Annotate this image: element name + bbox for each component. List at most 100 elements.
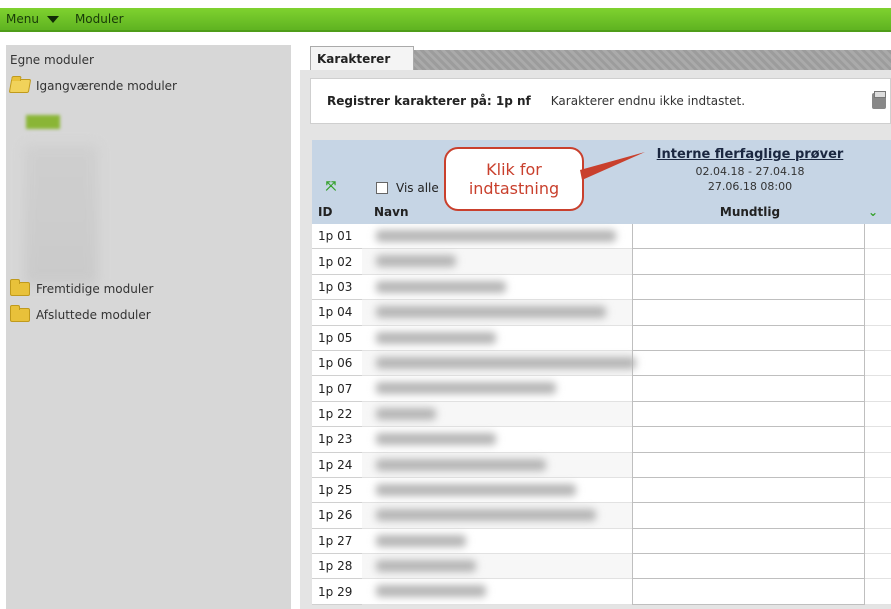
show-all-checkbox[interactable] xyxy=(376,182,388,194)
redacted-text xyxy=(376,230,616,242)
chevron-down-icon[interactable]: ⌄ xyxy=(868,206,880,218)
student-id: 1p 06 xyxy=(312,350,362,377)
row-extra-cell xyxy=(865,554,891,580)
exam-dates: 02.04.18 - 27.04.18 xyxy=(695,165,805,178)
redacted-text xyxy=(376,255,456,268)
row-extra-cell xyxy=(865,224,891,250)
student-id: 1p 29 xyxy=(312,579,362,605)
student-name-redacted xyxy=(362,554,632,580)
top-menu-bar: Menu Moduler xyxy=(0,8,891,32)
column-header-name: Navn xyxy=(374,205,409,219)
student-name-redacted xyxy=(362,579,632,605)
printer-icon[interactable] xyxy=(872,91,886,109)
info-bar: Registrer karakterer på: 1p nf Karaktere… xyxy=(310,78,891,124)
redacted-text xyxy=(376,458,546,471)
callout-line: indtastning xyxy=(468,179,560,198)
student-id: 1p 04 xyxy=(312,300,362,326)
redacted-text xyxy=(376,433,496,446)
menu-label: Menu xyxy=(6,12,39,26)
student-id: 1p 27 xyxy=(312,528,362,555)
redacted-text xyxy=(376,483,576,496)
grade-input-cell[interactable] xyxy=(632,554,865,580)
grade-input-cell[interactable] xyxy=(632,325,865,351)
grade-input-cell[interactable] xyxy=(632,401,865,428)
row-extra-cell xyxy=(865,579,891,605)
folder-afsluttede[interactable]: Afsluttede moduler xyxy=(10,305,151,322)
student-id: 1p 24 xyxy=(312,452,362,478)
student-name-redacted xyxy=(362,224,632,250)
table-row: 1p 01 xyxy=(312,224,891,250)
student-id: 1p 05 xyxy=(312,325,362,351)
row-extra-cell xyxy=(865,274,891,301)
student-name-redacted xyxy=(362,249,632,275)
folder-fremtidige[interactable]: Fremtidige moduler xyxy=(10,279,154,296)
table-row: 1p 02 xyxy=(312,249,891,275)
student-id: 1p 07 xyxy=(312,376,362,402)
folder-icon xyxy=(10,305,30,322)
student-name-redacted xyxy=(362,300,632,326)
grade-input-cell[interactable] xyxy=(632,528,865,555)
student-id: 1p 02 xyxy=(312,249,362,275)
grade-input-cell[interactable] xyxy=(632,503,865,529)
table-row: 1p 03 xyxy=(312,274,891,301)
grade-input-cell[interactable] xyxy=(632,249,865,275)
redacted-text xyxy=(376,407,436,420)
grade-input-cell[interactable] xyxy=(632,224,865,250)
row-extra-cell xyxy=(865,249,891,275)
grade-input-cell[interactable] xyxy=(632,427,865,453)
student-name-redacted xyxy=(362,452,632,478)
folder-open-icon xyxy=(8,79,32,93)
exam-deadline: 27.06.18 08:00 xyxy=(707,180,793,193)
folder-label: Fremtidige moduler xyxy=(36,282,154,296)
grade-input-cell[interactable] xyxy=(632,579,865,605)
row-extra-cell xyxy=(865,325,891,351)
folder-icon xyxy=(10,279,30,296)
tab-karakterer[interactable]: Karakterer xyxy=(310,46,414,70)
row-extra-cell xyxy=(865,477,891,504)
sidebar: Egne moduler Igangværende moduler Fremti… xyxy=(6,45,291,609)
table-row: 1p 04 xyxy=(312,300,891,326)
row-extra-cell xyxy=(865,300,891,326)
moduler-menu-item[interactable]: Moduler xyxy=(75,12,124,26)
student-id: 1p 03 xyxy=(312,274,362,301)
folder-igangvaerende[interactable]: Igangværende moduler xyxy=(8,79,177,93)
grade-input-cell[interactable] xyxy=(632,477,865,504)
student-name-redacted xyxy=(362,477,632,504)
table-row: 1p 22 xyxy=(312,401,891,428)
student-name-redacted xyxy=(362,401,632,428)
exam-title-link[interactable]: Interne flerfaglige prøver xyxy=(630,147,870,162)
redacted-text xyxy=(376,306,606,319)
callout-line: Klik for xyxy=(486,160,542,179)
grade-input-cell[interactable] xyxy=(632,300,865,326)
redacted-module-list xyxy=(24,145,98,285)
column-header-id: ID xyxy=(318,205,333,219)
expand-icon[interactable]: ⤧ xyxy=(325,180,337,193)
table-row: 1p 07 xyxy=(312,376,891,402)
student-id: 1p 28 xyxy=(312,554,362,580)
grade-input-cell[interactable] xyxy=(632,452,865,478)
table-row: 1p 29 xyxy=(312,579,891,605)
row-extra-cell xyxy=(865,452,891,478)
redacted-module-item[interactable] xyxy=(26,115,60,129)
student-name-redacted xyxy=(362,528,632,555)
row-extra-cell xyxy=(865,376,891,402)
student-id: 1p 26 xyxy=(312,503,362,529)
redacted-text xyxy=(376,509,596,522)
menu-button[interactable]: Menu xyxy=(6,12,69,26)
student-name-redacted xyxy=(362,350,636,377)
table-body: 1p 01 1p 02 1p 03 1p 04 1p 05 1p 06 1p 07 1p 22… xyxy=(312,224,891,605)
redacted-text xyxy=(376,560,476,573)
row-extra-cell xyxy=(865,427,891,453)
student-name-redacted xyxy=(362,427,632,453)
table-row: 1p 26 xyxy=(312,503,891,529)
grade-input-cell[interactable] xyxy=(632,274,865,301)
table-row: 1p 25 xyxy=(312,477,891,504)
grade-input-cell[interactable] xyxy=(632,376,865,402)
redacted-text xyxy=(376,331,496,344)
grade-input-cell[interactable] xyxy=(632,350,865,377)
row-extra-cell xyxy=(865,350,891,377)
redacted-text xyxy=(376,534,466,547)
student-name-redacted xyxy=(362,503,632,529)
table-row: 1p 24 xyxy=(312,452,891,478)
folder-label: Afsluttede moduler xyxy=(36,308,151,322)
